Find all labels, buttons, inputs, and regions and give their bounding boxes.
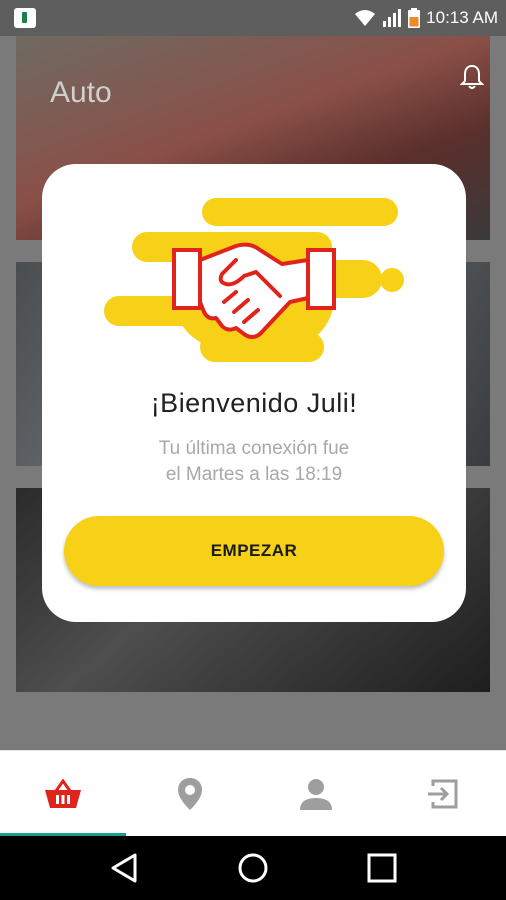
category-title: Auto <box>50 76 112 109</box>
start-button[interactable]: EMPEZAR <box>64 516 444 586</box>
battery-icon <box>408 8 421 28</box>
recents-icon[interactable] <box>367 853 397 883</box>
back-icon[interactable] <box>109 852 139 884</box>
person-icon <box>300 778 333 810</box>
basket-icon <box>45 778 82 808</box>
bell-icon[interactable] <box>460 64 484 90</box>
wifi-icon <box>355 10 376 26</box>
bottom-tab-bar <box>0 750 506 836</box>
tab-shop[interactable] <box>0 751 127 836</box>
system-nav-bar <box>0 836 506 900</box>
location-pin-icon <box>177 777 202 810</box>
signal-icon <box>383 9 402 27</box>
handshake-icon <box>104 198 404 362</box>
last-connection-line: el Martes a las 18:19 <box>165 464 343 485</box>
last-connection-line: Tu última conexión fue <box>158 438 350 459</box>
welcome-title: ¡Bienvenido Juli! <box>150 388 358 418</box>
last-connection-text: Tu última conexión fue el Martes a las 1… <box>42 436 466 488</box>
tab-logout[interactable] <box>380 751 506 836</box>
status-bar: 10:13 AM <box>0 0 506 36</box>
home-icon[interactable] <box>237 852 269 884</box>
app-notification-icon <box>14 8 36 28</box>
tab-location[interactable] <box>127 751 254 836</box>
welcome-dialog: ¡Bienvenido Juli! Tu última conexión fue… <box>42 164 466 622</box>
tab-profile[interactable] <box>253 751 380 836</box>
status-time: 10:13 AM <box>426 8 498 27</box>
logout-icon <box>427 779 458 808</box>
